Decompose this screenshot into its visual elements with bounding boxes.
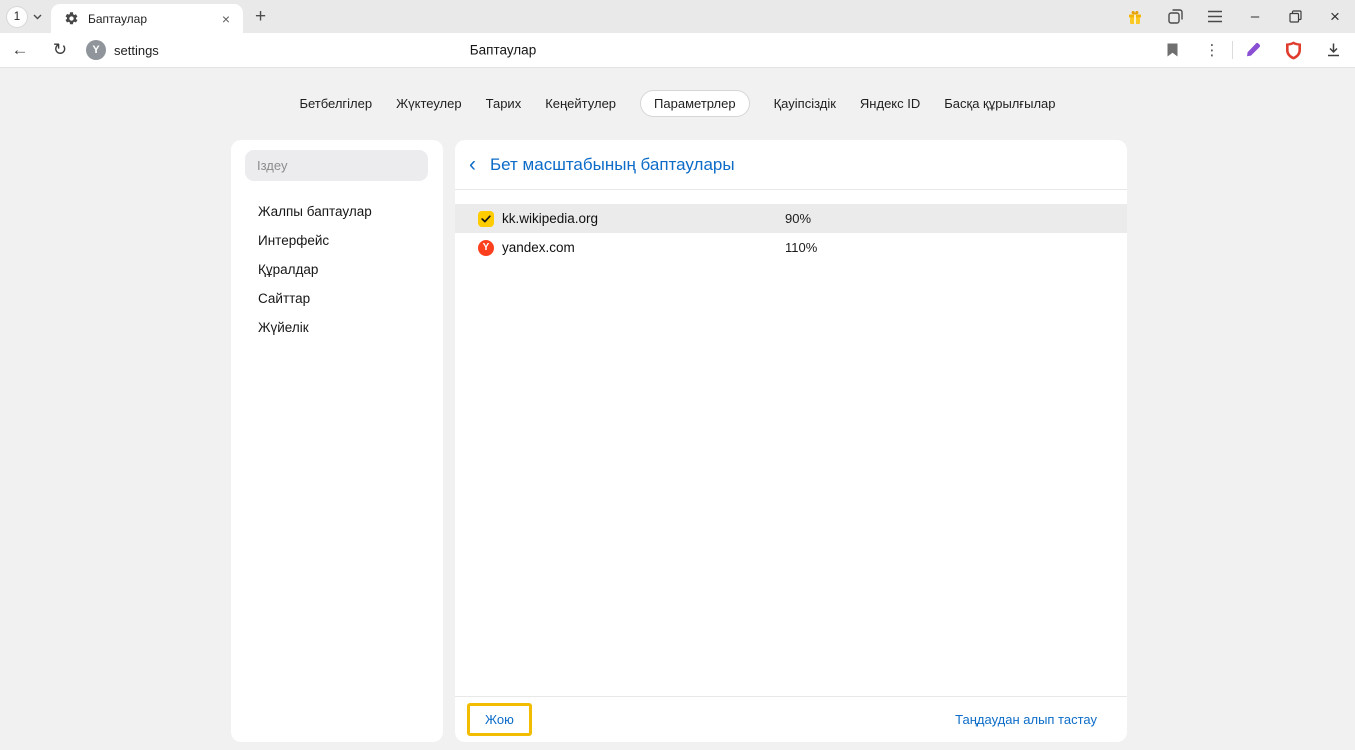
panel-header: ‹ Бет масштабының баптаулары xyxy=(455,140,1127,190)
nav-tab-security[interactable]: Қауіпсіздік xyxy=(774,96,836,111)
settings-gear-icon xyxy=(64,11,79,26)
delete-button[interactable]: Жою xyxy=(470,706,529,733)
nav-tab-bookmarks[interactable]: Бетбелгілер xyxy=(299,96,372,111)
bookmark-flag-icon[interactable] xyxy=(1152,33,1192,67)
sidebar-item-tools[interactable]: Құралдар xyxy=(231,255,443,284)
menu-hamburger-icon[interactable] xyxy=(1195,0,1235,33)
nav-tab-downloads[interactable]: Жүктеулер xyxy=(396,96,462,111)
search-input[interactable] xyxy=(245,150,428,181)
browser-titlebar: 1 Баптаулар × + xyxy=(0,0,1355,33)
sidebar-item-general[interactable]: Жалпы баптаулар xyxy=(231,197,443,226)
panel-footer: Жою Таңдаудан алып тастау xyxy=(455,696,1127,742)
zoom-value: 110% xyxy=(785,240,817,255)
browser-toolbar: ← ↻ Y settings Баптаулар ⋮ xyxy=(0,33,1355,68)
sidebar-items: Жалпы баптаулар Интерфейс Құралдар Сайтт… xyxy=(231,197,443,342)
site-name: kk.wikipedia.org xyxy=(502,211,785,226)
page-title: Баптаулар xyxy=(470,43,536,58)
deselect-all-link[interactable]: Таңдаудан алып тастау xyxy=(955,712,1097,727)
nav-tab-other-devices[interactable]: Басқа құрылғылар xyxy=(944,96,1055,111)
tab-panels-icon[interactable] xyxy=(1155,0,1195,33)
nav-tab-history[interactable]: Тарих xyxy=(486,96,522,111)
checkbox-checked-icon[interactable] xyxy=(478,211,494,227)
zoom-row-yandex[interactable]: Y yandex.com 110% xyxy=(455,233,1127,262)
tabs-dropdown-chevron-icon[interactable] xyxy=(33,14,42,20)
tab-count-badge[interactable]: 1 xyxy=(7,7,27,27)
yandex-favicon: Y xyxy=(478,240,494,256)
sidebar-item-system[interactable]: Жүйелік xyxy=(231,313,443,342)
nav-tab-settings[interactable]: Параметрлер xyxy=(640,90,750,117)
new-tab-button[interactable]: + xyxy=(243,7,278,26)
site-chip[interactable]: Y settings xyxy=(86,40,159,60)
site-name: yandex.com xyxy=(502,240,785,255)
window-restore-button[interactable] xyxy=(1275,0,1315,33)
zoom-row-wikipedia[interactable]: kk.wikipedia.org 90% xyxy=(455,204,1127,233)
settings-sidebar: Жалпы баптаулар Интерфейс Құралдар Сайтт… xyxy=(231,140,443,742)
tab-close-icon[interactable]: × xyxy=(217,11,235,27)
more-options-icon[interactable]: ⋮ xyxy=(1192,33,1232,67)
reload-icon[interactable]: ↻ xyxy=(40,33,80,67)
url-text[interactable]: settings xyxy=(114,43,159,58)
nav-tab-extensions[interactable]: Кеңейтулер xyxy=(545,96,616,111)
settings-nav-tabs: Бетбелгілер Жүктеулер Тарих Кеңейтулер П… xyxy=(0,90,1355,117)
back-chevron-icon[interactable]: ‹ xyxy=(467,154,478,175)
gift-icon[interactable] xyxy=(1115,0,1155,33)
sidebar-item-interface[interactable]: Интерфейс xyxy=(231,226,443,255)
titlebar-right-controls: – × xyxy=(1115,0,1355,33)
zoom-value: 90% xyxy=(785,211,811,226)
page-zoom-settings-panel: ‹ Бет масштабының баптаулары kk.wikipedi… xyxy=(455,140,1127,742)
download-icon[interactable] xyxy=(1313,33,1353,67)
tab-counter-group[interactable]: 1 xyxy=(0,7,51,27)
pen-edit-icon[interactable] xyxy=(1233,33,1273,67)
toolbar-right-icons: ⋮ xyxy=(1152,33,1353,67)
zoom-site-list: kk.wikipedia.org 90% Y yandex.com 110% xyxy=(455,204,1127,262)
panel-title[interactable]: Бет масштабының баптаулары xyxy=(490,155,735,175)
delete-button-focus-ring: Жою xyxy=(467,703,532,736)
nav-tab-yandex-id[interactable]: Яндекс ID xyxy=(860,96,920,111)
back-icon[interactable]: ← xyxy=(0,33,40,67)
yandex-browser-settings-window: { "colors": { "accent_blue": "#0c6cc8", … xyxy=(0,0,1355,750)
protect-shield-icon[interactable] xyxy=(1273,33,1313,67)
window-minimize-button[interactable]: – xyxy=(1235,0,1275,33)
sidebar-item-sites[interactable]: Сайттар xyxy=(231,284,443,313)
tab-title: Баптаулар xyxy=(88,12,208,26)
window-close-button[interactable]: × xyxy=(1315,0,1355,33)
browser-tab-settings[interactable]: Баптаулар × xyxy=(51,4,243,33)
site-favicon: Y xyxy=(86,40,106,60)
